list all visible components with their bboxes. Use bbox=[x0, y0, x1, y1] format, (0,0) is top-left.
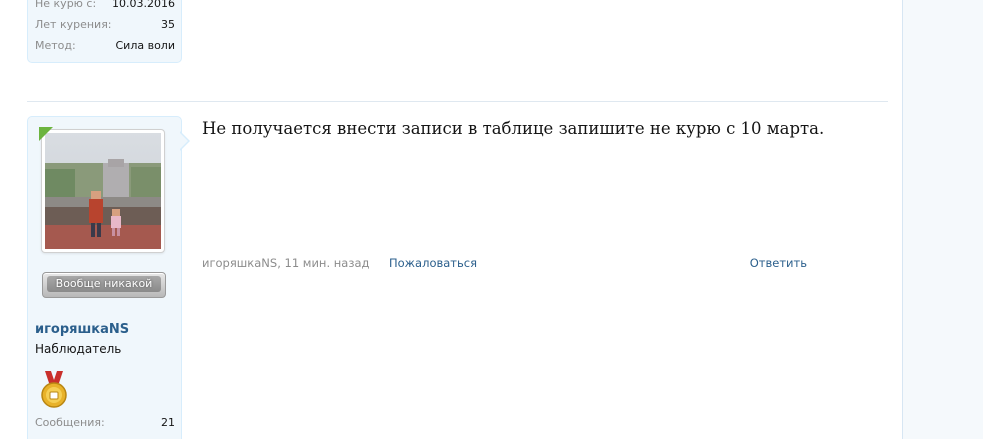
avatar-status-corner bbox=[39, 127, 53, 141]
info-row-smoking-years: Лет курения: 35 bbox=[35, 17, 175, 33]
forum-thread-page: Не курю с: 10.03.2016 Лет курения: 35 Ме… bbox=[0, 0, 983, 439]
rank-badge-label: Вообще никакой bbox=[47, 276, 161, 292]
avatar-image bbox=[45, 133, 161, 249]
previous-post-user-info: Не курю с: 10.03.2016 Лет курения: 35 Ме… bbox=[27, 0, 182, 63]
user-title: Наблюдатель bbox=[35, 342, 122, 356]
reply-link[interactable]: Ответить bbox=[750, 256, 807, 270]
gold-medal-icon bbox=[39, 371, 69, 409]
post-divider bbox=[27, 101, 888, 102]
info-value: Сила воли bbox=[115, 39, 176, 52]
info-row-quit-date: Не курю с: 10.03.2016 bbox=[35, 0, 175, 12]
info-label: Не курю с: bbox=[35, 0, 97, 10]
info-value: 10.03.2016 bbox=[112, 0, 175, 10]
post-message: Не получается внести записи в таблице за… bbox=[202, 119, 825, 138]
info-label: Метод: bbox=[35, 39, 76, 52]
report-link[interactable]: Пожаловаться bbox=[389, 256, 477, 270]
info-value: 35 bbox=[161, 18, 175, 31]
user-block-arrow-inner bbox=[179, 132, 188, 150]
username-link[interactable]: игоряшкаNS bbox=[35, 322, 129, 337]
rank-badge: Вообще никакой bbox=[42, 272, 166, 298]
info-label: Лет курения: bbox=[35, 18, 112, 31]
right-sidebar-background bbox=[903, 0, 983, 439]
avatar[interactable] bbox=[41, 129, 165, 253]
thread-content: Не курю с: 10.03.2016 Лет курения: 35 Ме… bbox=[0, 0, 903, 439]
stats-label: Сообщения: bbox=[35, 416, 105, 429]
info-row-method: Метод: Сила воли bbox=[35, 38, 175, 54]
stats-row-messages: Сообщения: 21 bbox=[35, 415, 175, 431]
post-user-info: Вообще никакой игоряшкаNS Наблюдатель Со… bbox=[27, 116, 182, 439]
stats-value: 21 bbox=[161, 416, 175, 429]
post-meta: игоряшкаNS, 11 мин. назад bbox=[202, 256, 370, 270]
